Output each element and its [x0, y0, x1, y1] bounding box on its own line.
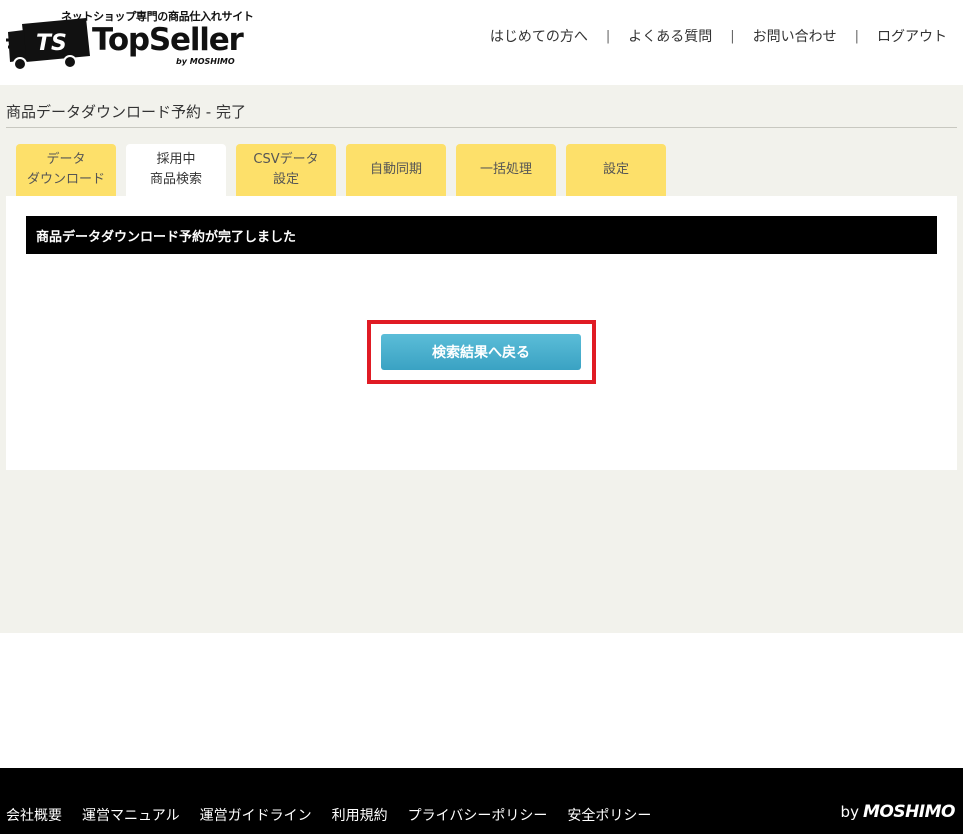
tab-csv-settings[interactable]: CSVデータ 設定 — [236, 144, 336, 196]
tab-adopted-product-search[interactable]: 採用中 商品検索 — [126, 144, 226, 196]
content-panel: 商品データダウンロード予約が完了しました 検索結果へ戻る — [6, 196, 957, 470]
tab-label: 一括処理 — [479, 162, 532, 177]
tab-data-download[interactable]: データ ダウンロード — [16, 144, 116, 196]
tab-label: CSVデータ 設定 — [253, 152, 319, 187]
footer-safety-link[interactable]: 安全ポリシー — [567, 805, 651, 825]
site-header: ネットショップ専門の商品仕入れサイト TS TopSeller by MOSHI… — [0, 0, 963, 85]
tab-label: 自動同期 — [369, 162, 422, 177]
moshimo-logo[interactable]: by MOSHIMO — [840, 802, 956, 822]
footer-links: 会社概要 運営マニュアル 運営ガイドライン 利用規約 プライバシーポリシー 安全… — [6, 805, 671, 825]
brand-by: by — [840, 803, 859, 821]
logo-by: by MOSHIMO — [176, 57, 235, 66]
main-content: 商品データダウンロード予約 - 完了 データ ダウンロード 採用中 商品検索 C… — [0, 85, 963, 633]
title-divider — [6, 127, 957, 128]
nav-separator: | — [605, 28, 611, 44]
tab-label: 採用中 商品検索 — [149, 152, 202, 187]
site-footer: 会社概要 運営マニュアル 運営ガイドライン 利用規約 プライバシーポリシー 安全… — [0, 768, 963, 834]
tab-bulk-processing[interactable]: 一括処理 — [456, 144, 556, 196]
logo-mark: TS — [36, 31, 67, 56]
topseller-logo[interactable]: ネットショップ専門の商品仕入れサイト TS TopSeller by MOSHI… — [6, 8, 254, 70]
footer-guideline-link[interactable]: 運営ガイドライン — [200, 805, 312, 825]
tab-label: データ ダウンロード — [26, 152, 105, 187]
tab-label: 設定 — [602, 162, 629, 177]
brand-mark: MOSHIMO — [862, 802, 956, 822]
back-to-results-button[interactable]: 検索結果へ戻る — [381, 334, 581, 370]
completion-notice: 商品データダウンロード予約が完了しました — [26, 216, 937, 254]
tab-settings[interactable]: 設定 — [566, 144, 666, 196]
nav-separator: | — [730, 28, 735, 44]
nav-faq-link[interactable]: よくある質問 — [628, 26, 712, 46]
footer-terms-link[interactable]: 利用規約 — [332, 805, 388, 825]
tab-auto-sync[interactable]: 自動同期 — [346, 144, 446, 196]
nav-separator: | — [854, 28, 859, 44]
footer-privacy-link[interactable]: プライバシーポリシー — [408, 805, 548, 825]
nav-beginners-link[interactable]: はじめての方へ — [490, 26, 588, 46]
nav-logout-link[interactable]: ログアウト — [877, 26, 947, 46]
footer-company-link[interactable]: 会社概要 — [6, 805, 62, 825]
logo-name: TopSeller — [92, 22, 244, 58]
truck-icon: TS — [6, 18, 90, 70]
page-title: 商品データダウンロード予約 - 完了 — [6, 103, 246, 121]
footer-manual-link[interactable]: 運営マニュアル — [82, 805, 180, 825]
top-nav: はじめての方へ | よくある質問 | お問い合わせ | ログアウト — [490, 26, 947, 46]
nav-contact-link[interactable]: お問い合わせ — [753, 26, 837, 46]
